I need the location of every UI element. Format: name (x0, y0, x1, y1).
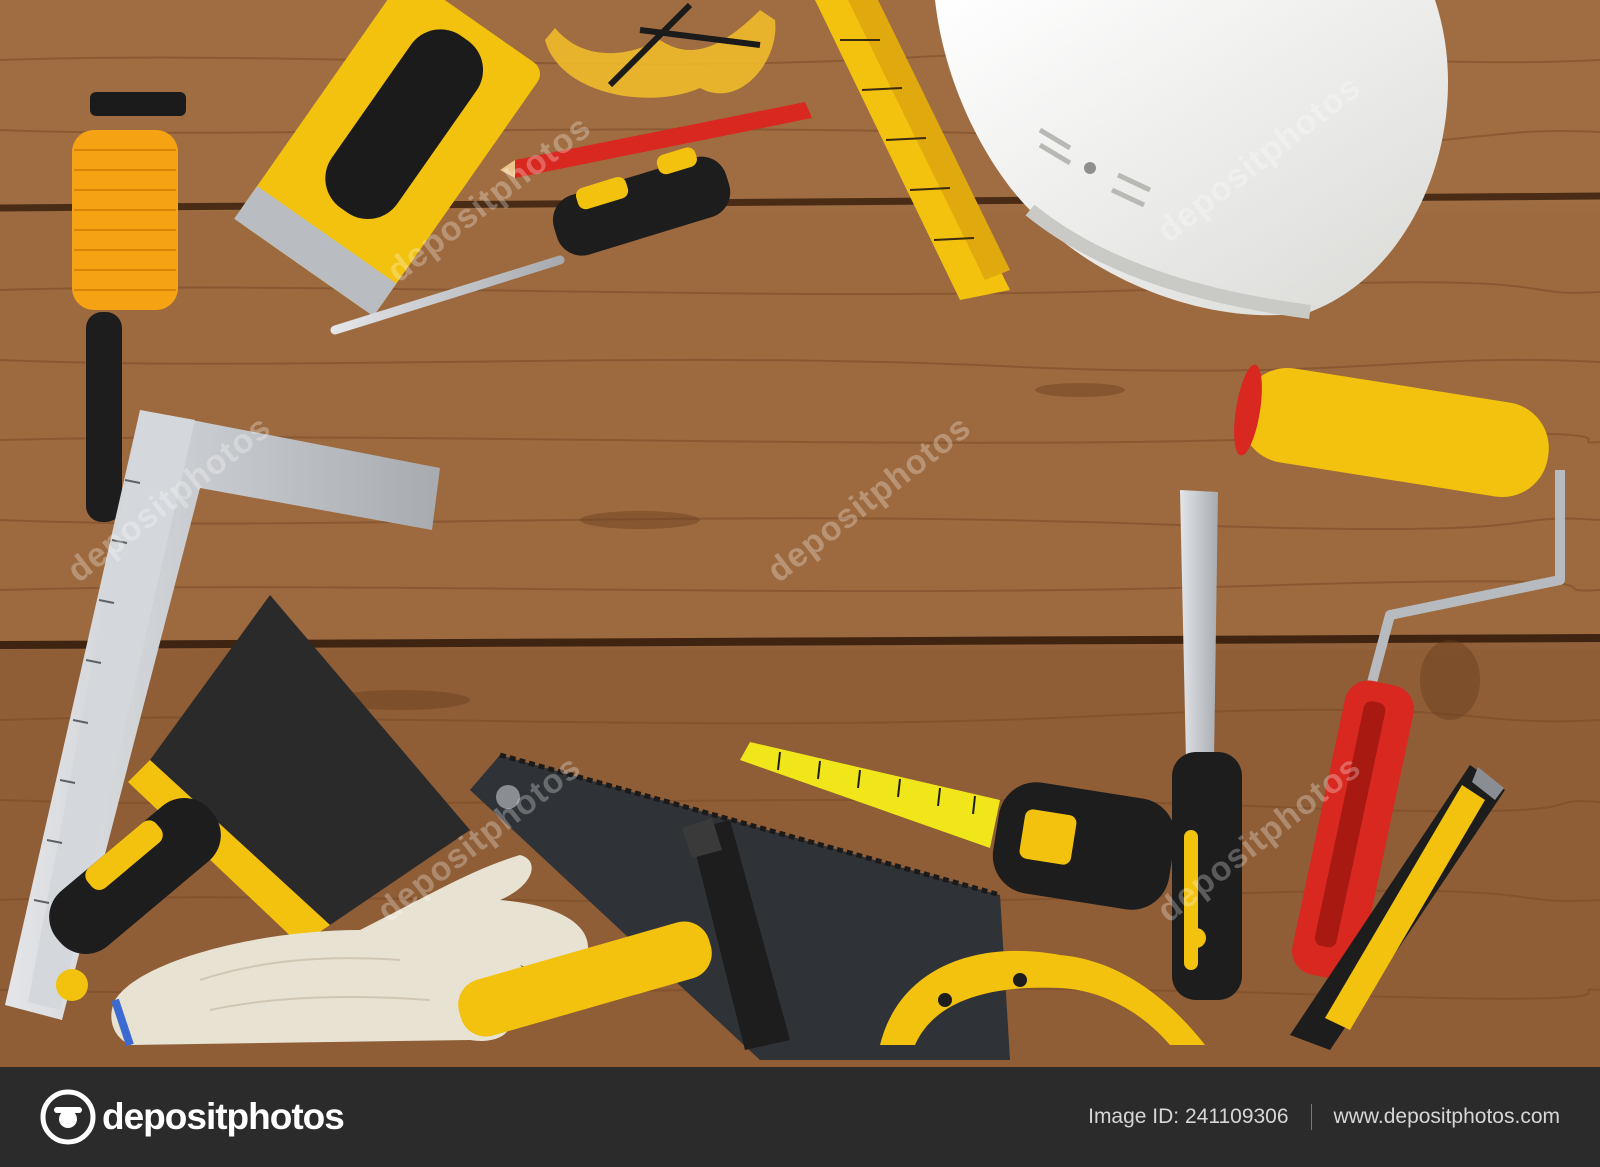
meta-divider (1310, 1104, 1312, 1130)
image-meta: Image ID: 241109306 www.depositphotos.co… (1088, 1104, 1560, 1130)
stock-photo: depositphotos depositphotos depositphoto… (0, 0, 1600, 1167)
tools-on-wood-photo (0, 0, 1600, 1067)
website-link[interactable]: www.depositphotos.com (1334, 1105, 1560, 1129)
brand-name: depositphotos (102, 1096, 345, 1137)
brand-logo[interactable]: depositphotos (40, 1089, 345, 1145)
stock-footer: depositphotos Image ID: 241109306 www.de… (0, 1067, 1600, 1167)
image-id: Image ID: 241109306 (1088, 1105, 1289, 1128)
camera-icon (40, 1089, 96, 1145)
